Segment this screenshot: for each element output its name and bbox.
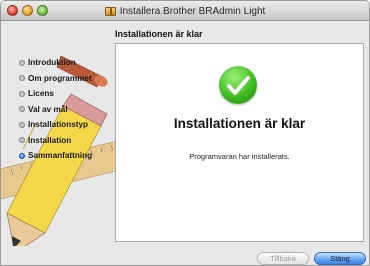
installer-window: Installera Brother BRAdmin Light Install…: [0, 0, 370, 266]
step-bullet-icon: [19, 106, 25, 113]
page-heading: Installationen är klar: [115, 29, 203, 39]
step-label: Val av mål: [28, 104, 68, 114]
step-bullet-active-icon: [19, 152, 25, 159]
success-checkmark-icon: [219, 66, 257, 104]
step-label: Sammanfattning: [28, 151, 93, 161]
step-label: Installationstyp: [28, 120, 89, 130]
step-label: Installation: [28, 135, 72, 145]
step-installation: Installation: [19, 133, 92, 149]
completion-message: Programvaran har installerats.: [189, 152, 290, 161]
step-bullet-icon: [19, 90, 25, 97]
step-licens: Licens: [19, 86, 92, 102]
completion-title: Installationen är klar: [173, 116, 306, 131]
close-button[interactable]: Stäng: [314, 252, 366, 265]
step-introduktion: Introduktion: [19, 55, 92, 71]
installer-steps-list: Introduktion Om programmet Licens Val av…: [19, 55, 92, 164]
step-bullet-icon: [19, 59, 25, 66]
step-val-av-mal: Val av mål: [19, 102, 92, 118]
step-bullet-icon: [19, 137, 25, 144]
step-bullet-icon: [19, 75, 25, 82]
package-icon: [104, 6, 116, 16]
step-label: Om programmet: [28, 73, 92, 83]
title-bar: Installera Brother BRAdmin Light: [1, 1, 369, 21]
step-label: Introduktion: [28, 58, 76, 68]
content-panel: Installationen är klar Programvaran har …: [115, 43, 364, 242]
step-bullet-icon: [19, 121, 25, 128]
window-title-group: Installera Brother BRAdmin Light: [1, 1, 369, 21]
back-button[interactable]: Tillbaka: [257, 252, 309, 265]
step-installationstyp: Installationstyp: [19, 117, 92, 133]
step-label: Licens: [28, 89, 54, 99]
step-sammanfattning: Sammanfattning: [19, 148, 92, 164]
window-title: Installera Brother BRAdmin Light: [119, 5, 266, 17]
step-om-programmet: Om programmet: [19, 71, 92, 87]
